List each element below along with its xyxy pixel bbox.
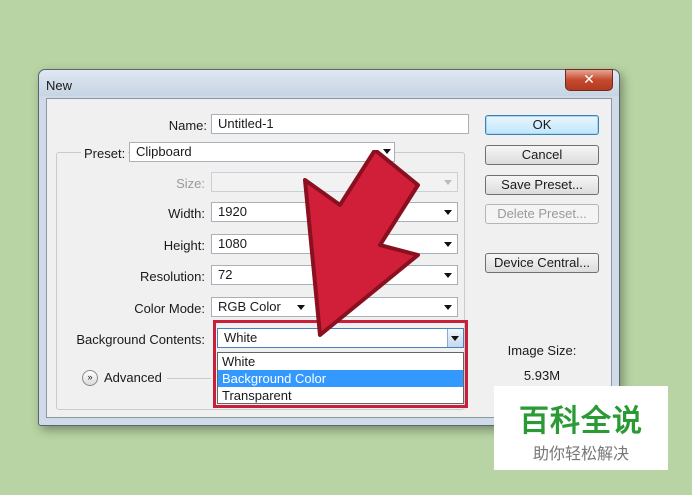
watermark-subtitle: 助你轻松解决 — [532, 446, 629, 463]
color-mode-label: Color Mode: — [134, 301, 205, 316]
delete-preset-button[interactable]: Delete Preset... — [485, 204, 599, 224]
name-label: Name: — [168, 118, 207, 133]
device-central-button[interactable]: Device Central... — [485, 253, 599, 273]
size-label: Size: — [176, 176, 205, 191]
ok-button[interactable]: OK — [485, 115, 599, 135]
width-label: Width: — [168, 206, 205, 221]
image-size-value: 5.93M — [523, 368, 561, 383]
cancel-button[interactable]: Cancel — [485, 145, 599, 165]
advanced-divider — [167, 378, 211, 379]
chevron-down-icon — [444, 242, 452, 247]
title-bar[interactable]: New ✕ — [39, 69, 619, 96]
resolution-label: Resolution: — [139, 269, 205, 284]
dialog-title: New — [46, 78, 73, 93]
advanced-label[interactable]: Advanced — [104, 370, 162, 385]
red-pointer-arrow — [303, 150, 420, 337]
double-chevron-icon[interactable]: » — [82, 370, 98, 386]
save-preset-button[interactable]: Save Preset... — [485, 175, 599, 195]
background-contents-label: Background Contents: — [76, 332, 205, 347]
name-input[interactable]: Untitled-1 — [211, 114, 469, 134]
chevron-down-icon — [444, 180, 452, 185]
watermark: 百科全说 助你轻松解决 — [494, 386, 668, 470]
height-label: Height: — [163, 238, 205, 253]
chevron-down-icon — [444, 210, 452, 215]
close-button[interactable]: ✕ — [565, 69, 613, 91]
image-size-label: Image Size: — [507, 343, 577, 358]
preset-label: Preset: — [81, 146, 129, 161]
chevron-down-icon — [444, 273, 452, 278]
watermark-title: 百科全说 — [519, 405, 643, 438]
chevron-down-icon — [444, 305, 452, 310]
preset-value: Clipboard — [136, 144, 192, 159]
resolution-value: 72 — [218, 267, 233, 282]
